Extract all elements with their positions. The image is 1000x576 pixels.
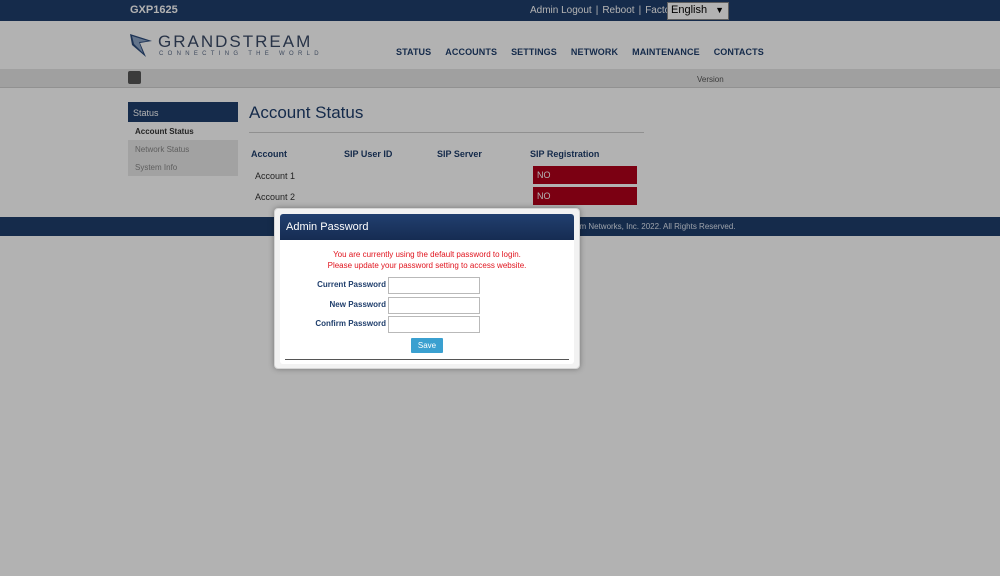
current-password-row: Current Password bbox=[280, 277, 574, 295]
current-password-label: Current Password bbox=[317, 280, 386, 289]
new-password-label: New Password bbox=[329, 300, 386, 309]
default-password-notice: You are currently using the default pass… bbox=[280, 249, 574, 271]
confirm-password-label: Confirm Password bbox=[315, 319, 386, 328]
new-password-row: New Password bbox=[280, 297, 574, 315]
confirm-password-row: Confirm Password bbox=[280, 316, 574, 334]
save-button[interactable]: Save bbox=[411, 338, 443, 353]
dialog-divider bbox=[285, 359, 569, 360]
new-password-input[interactable] bbox=[388, 297, 480, 314]
notice-line: You are currently using the default pass… bbox=[333, 250, 521, 259]
admin-password-dialog: Admin Password You are currently using t… bbox=[274, 208, 580, 369]
dialog-title: Admin Password bbox=[286, 221, 369, 233]
dialog-body: Admin Password You are currently using t… bbox=[280, 214, 574, 364]
notice-line: Please update your password setting to a… bbox=[327, 261, 527, 270]
confirm-password-input[interactable] bbox=[388, 316, 480, 333]
current-password-input[interactable] bbox=[388, 277, 480, 294]
dialog-header: Admin Password bbox=[280, 214, 574, 240]
